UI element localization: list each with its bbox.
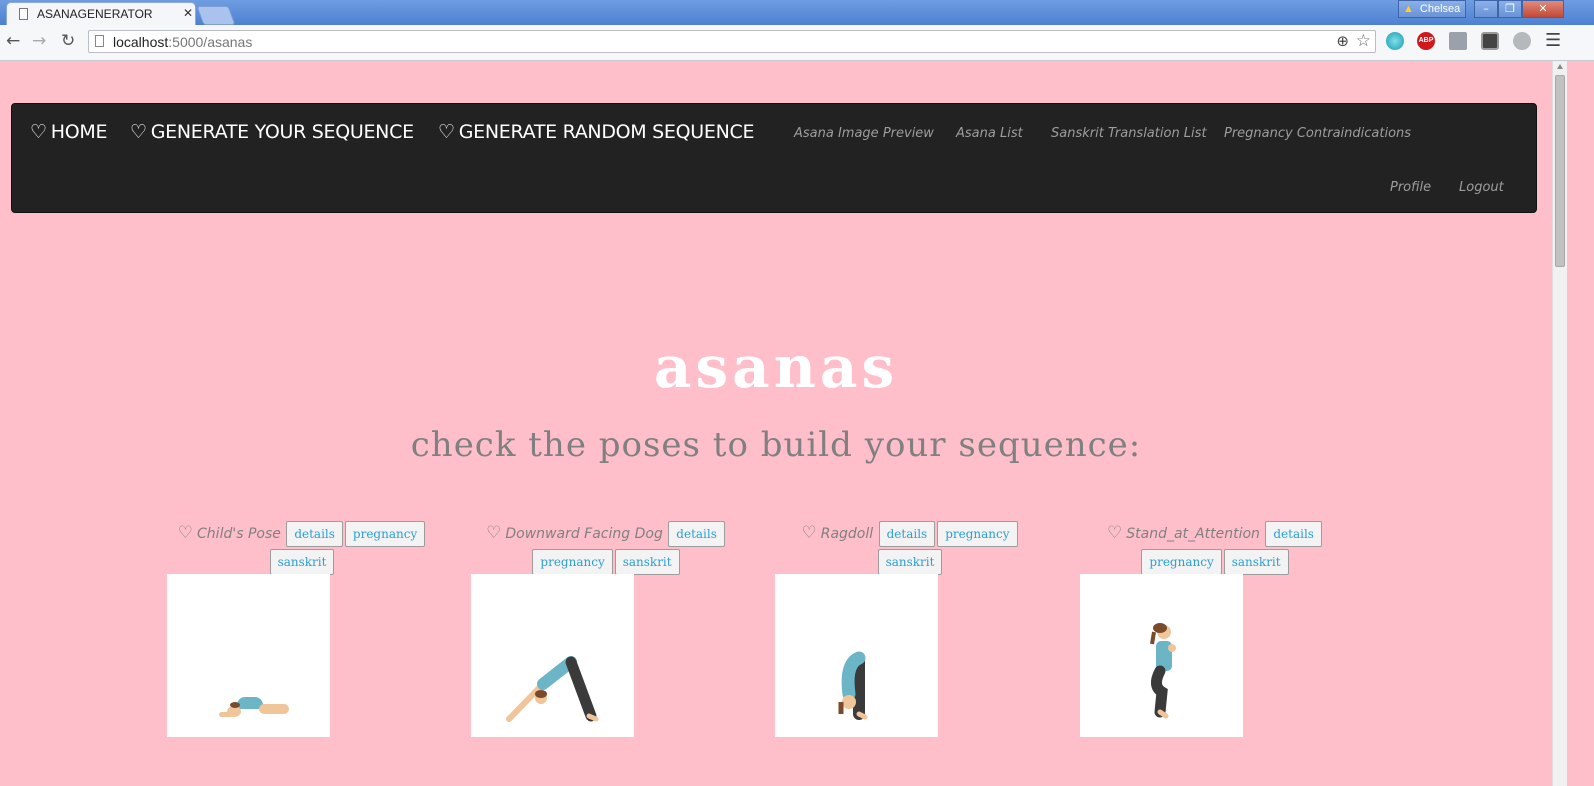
- nav-generate-random[interactable]: ♡ GENERATE RANDOM SEQUENCE: [438, 121, 754, 143]
- pose-name: Stand_at_Attention: [1126, 526, 1260, 542]
- page-viewport: ♡ HOME ♡ GENERATE YOUR SEQUENCE ♡ GENERATE …: [0, 61, 1552, 786]
- navbar: ♡ HOME ♡ GENERATE YOUR SEQUENCE ♡ GENERATE …: [11, 103, 1537, 213]
- figure-legs: [259, 704, 289, 714]
- pose-header: ♡ Ragdoll details pregnancy sanskrit: [760, 519, 1060, 576]
- warning-icon: ▲: [1403, 3, 1414, 15]
- pose-name: Downward Facing Dog: [505, 526, 663, 542]
- figure-downward-dog: [506, 656, 599, 722]
- heart-outline-icon: ♡: [438, 121, 455, 143]
- url-path: :5000/asanas: [168, 34, 253, 50]
- sanskrit-button[interactable]: sanskrit: [269, 549, 335, 575]
- pose-image[interactable]: [471, 574, 634, 737]
- page-icon: [19, 8, 28, 20]
- url-host: localhost: [113, 34, 169, 50]
- sanskrit-button[interactable]: sanskrit: [614, 549, 680, 575]
- sanskrit-button[interactable]: sanskrit: [877, 549, 943, 575]
- pregnancy-button[interactable]: pregnancy: [344, 521, 426, 547]
- figure-hair: [230, 702, 240, 708]
- new-tab-button[interactable]: [196, 6, 236, 25]
- menu-icon[interactable]: ☰: [1545, 30, 1561, 51]
- pose-card: ♡ Child's Pose details pregnancy sanskrit: [152, 519, 452, 576]
- pregnancy-button[interactable]: pregnancy: [1141, 549, 1222, 575]
- extension-icon[interactable]: [1449, 32, 1467, 50]
- heart-outline-icon: ♡: [30, 121, 47, 143]
- heart-outline-icon[interactable]: ♡: [486, 523, 501, 543]
- forward-arrow-icon[interactable]: →: [32, 31, 46, 51]
- reload-icon[interactable]: ↻: [61, 31, 75, 51]
- pregnancy-button[interactable]: pregnancy: [937, 521, 1018, 547]
- pregnancy-button[interactable]: pregnancy: [532, 549, 613, 575]
- url-text[interactable]: localhost:5000/asanas: [113, 34, 252, 50]
- back-arrow-icon[interactable]: ←: [6, 31, 20, 51]
- figure-chair-pose: [1150, 623, 1176, 719]
- details-button[interactable]: details: [286, 521, 343, 547]
- pose-card: ♡ Ragdoll details pregnancy sanskrit: [760, 519, 1060, 576]
- address-bar[interactable]: localhost:5000/asanas ⊕ ☆: [88, 30, 1376, 53]
- figure-ragdoll: [838, 651, 868, 720]
- pose-name: Ragdoll: [820, 526, 874, 542]
- adblock-icon[interactable]: ABP: [1417, 32, 1435, 50]
- figure-arms: [219, 712, 233, 717]
- pose-card: ♡ Downward Facing Dog details pregnancy sa…: [456, 519, 756, 576]
- browser-tab[interactable]: ASANAGENERATOR ✕: [6, 2, 196, 25]
- browser-titlebar: ASANAGENERATOR ✕ ▲ Chelsea – ❐ ✕: [0, 0, 1594, 25]
- nav-generate-sequence-label: GENERATE YOUR SEQUENCE: [150, 121, 414, 143]
- heart-outline-icon[interactable]: ♡: [178, 523, 193, 543]
- profile-chip[interactable]: ▲ Chelsea: [1398, 0, 1466, 18]
- nav-profile[interactable]: Profile: [1390, 180, 1431, 195]
- nav-generate-sequence[interactable]: ♡ GENERATE YOUR SEQUENCE: [130, 121, 414, 143]
- pose-header: ♡ Child's Pose details pregnancy sanskrit: [152, 519, 452, 576]
- details-button[interactable]: details: [878, 521, 936, 547]
- vertical-scrollbar[interactable]: [1552, 61, 1567, 786]
- nav-home-label: HOME: [50, 121, 108, 143]
- pose-header: ♡ Downward Facing Dog details pregnancy sa…: [456, 519, 756, 576]
- page-title: asanas: [653, 333, 899, 401]
- restore-button[interactable]: ❐: [1498, 0, 1522, 18]
- extension-icon[interactable]: [1513, 32, 1531, 50]
- scroll-up-arrow-icon[interactable]: [1557, 64, 1563, 69]
- page-subtitle: check the poses to build your sequence:: [410, 425, 1142, 465]
- zoom-icon[interactable]: ⊕: [1336, 32, 1349, 50]
- pose-name: Child's Pose: [197, 526, 281, 542]
- details-button[interactable]: details: [668, 521, 725, 547]
- extension-icon[interactable]: [1481, 32, 1499, 50]
- heart-outline-icon[interactable]: ♡: [801, 523, 816, 543]
- pose-header: ♡ Stand_at_Attention details pregnancy san…: [1065, 519, 1365, 576]
- pose-image[interactable]: [775, 574, 938, 737]
- pose-image[interactable]: [167, 574, 330, 737]
- heart-outline-icon: ♡: [130, 121, 147, 143]
- tab-title: ASANAGENERATOR: [37, 7, 153, 21]
- pose-image[interactable]: [1080, 574, 1243, 737]
- nav-home[interactable]: ♡ HOME: [30, 121, 107, 143]
- pose-card: ♡ Stand_at_Attention details pregnancy san…: [1065, 519, 1365, 576]
- window-close-button[interactable]: ✕: [1522, 0, 1564, 18]
- nav-sanskrit-list[interactable]: Sanskrit Translation List: [1051, 126, 1207, 141]
- details-button[interactable]: details: [1265, 521, 1322, 547]
- nav-pregnancy-contraindications[interactable]: Pregnancy Contraindications: [1224, 126, 1411, 141]
- browser-toolbar: ← → ↻ localhost:5000/asanas ⊕ ☆ ABP ☰: [0, 25, 1594, 61]
- nav-generate-random-label: GENERATE RANDOM SEQUENCE: [458, 121, 755, 143]
- bookmark-star-icon[interactable]: ☆: [1356, 31, 1371, 51]
- nav-asana-image-preview[interactable]: Asana Image Preview: [794, 126, 934, 141]
- tab-close-icon[interactable]: ✕: [183, 6, 193, 20]
- url-page-icon: [95, 35, 104, 47]
- scrollbar-thumb[interactable]: [1555, 75, 1565, 267]
- nav-logout[interactable]: Logout: [1459, 180, 1504, 195]
- extension-icon[interactable]: [1386, 32, 1404, 50]
- sanskrit-button[interactable]: sanskrit: [1223, 549, 1289, 575]
- profile-name: Chelsea: [1419, 3, 1461, 15]
- minimize-button[interactable]: –: [1474, 0, 1498, 18]
- nav-asana-list[interactable]: Asana List: [956, 126, 1023, 141]
- heart-outline-icon[interactable]: ♡: [1107, 523, 1122, 543]
